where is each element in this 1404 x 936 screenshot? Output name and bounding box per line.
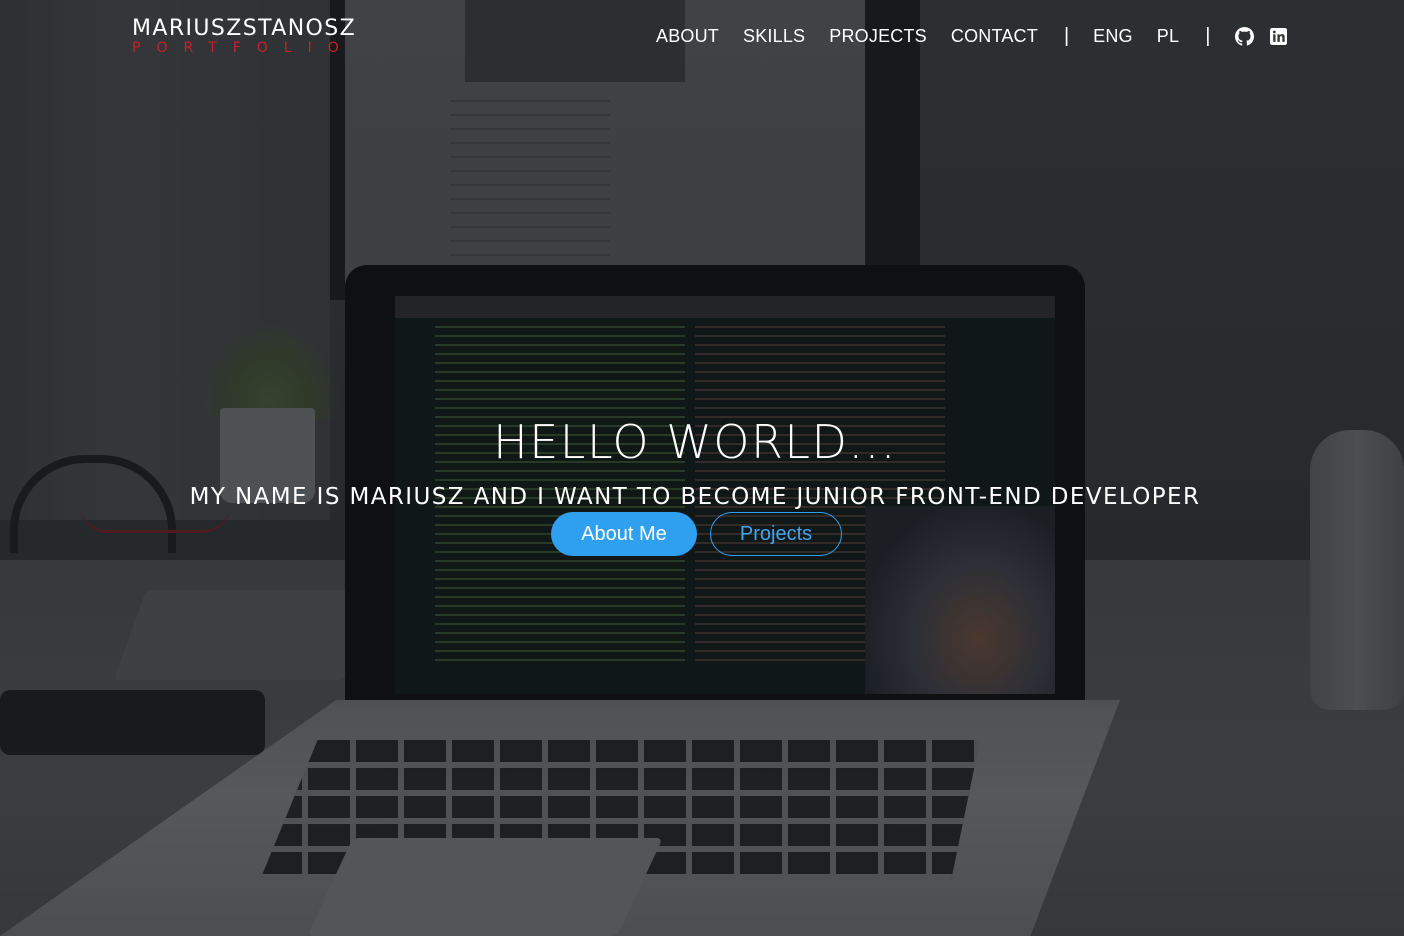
nav-link-projects[interactable]: PROJECTS [829,26,927,47]
github-icon[interactable] [1234,26,1254,46]
nav-separator: | [1205,24,1211,47]
language-eng-link[interactable]: ENG [1093,26,1133,47]
logo-subtitle: PORTFOLIO [132,40,355,56]
logo-name: MARIUSZSTANOSZ [132,16,357,41]
hero-section: MARIUSZSTANOSZ PORTFOLIO ABOUT SKILLS PR… [0,0,1404,936]
nav-link-skills[interactable]: SKILLS [743,26,805,47]
hero-buttons: About Me Projects [551,512,842,556]
language-pl-link[interactable]: PL [1157,26,1179,47]
nav-separator: | [1063,24,1070,47]
main-nav: ABOUT SKILLS PROJECTS CONTACT | ENG PL | [656,24,1302,48]
site-logo[interactable]: MARIUSZSTANOSZ PORTFOLIO [132,16,357,56]
nav-link-about[interactable]: ABOUT [656,26,719,47]
linkedin-icon[interactable] [1268,26,1288,46]
hero-subtitle: MY NAME IS MARIUSZ AND I WANT TO BECOME … [189,484,1201,510]
nav-link-contact[interactable]: CONTACT [951,26,1038,47]
projects-button[interactable]: Projects [710,512,842,556]
hero-title: HELLO WORLD... [493,414,897,469]
about-me-button[interactable]: About Me [551,512,697,556]
